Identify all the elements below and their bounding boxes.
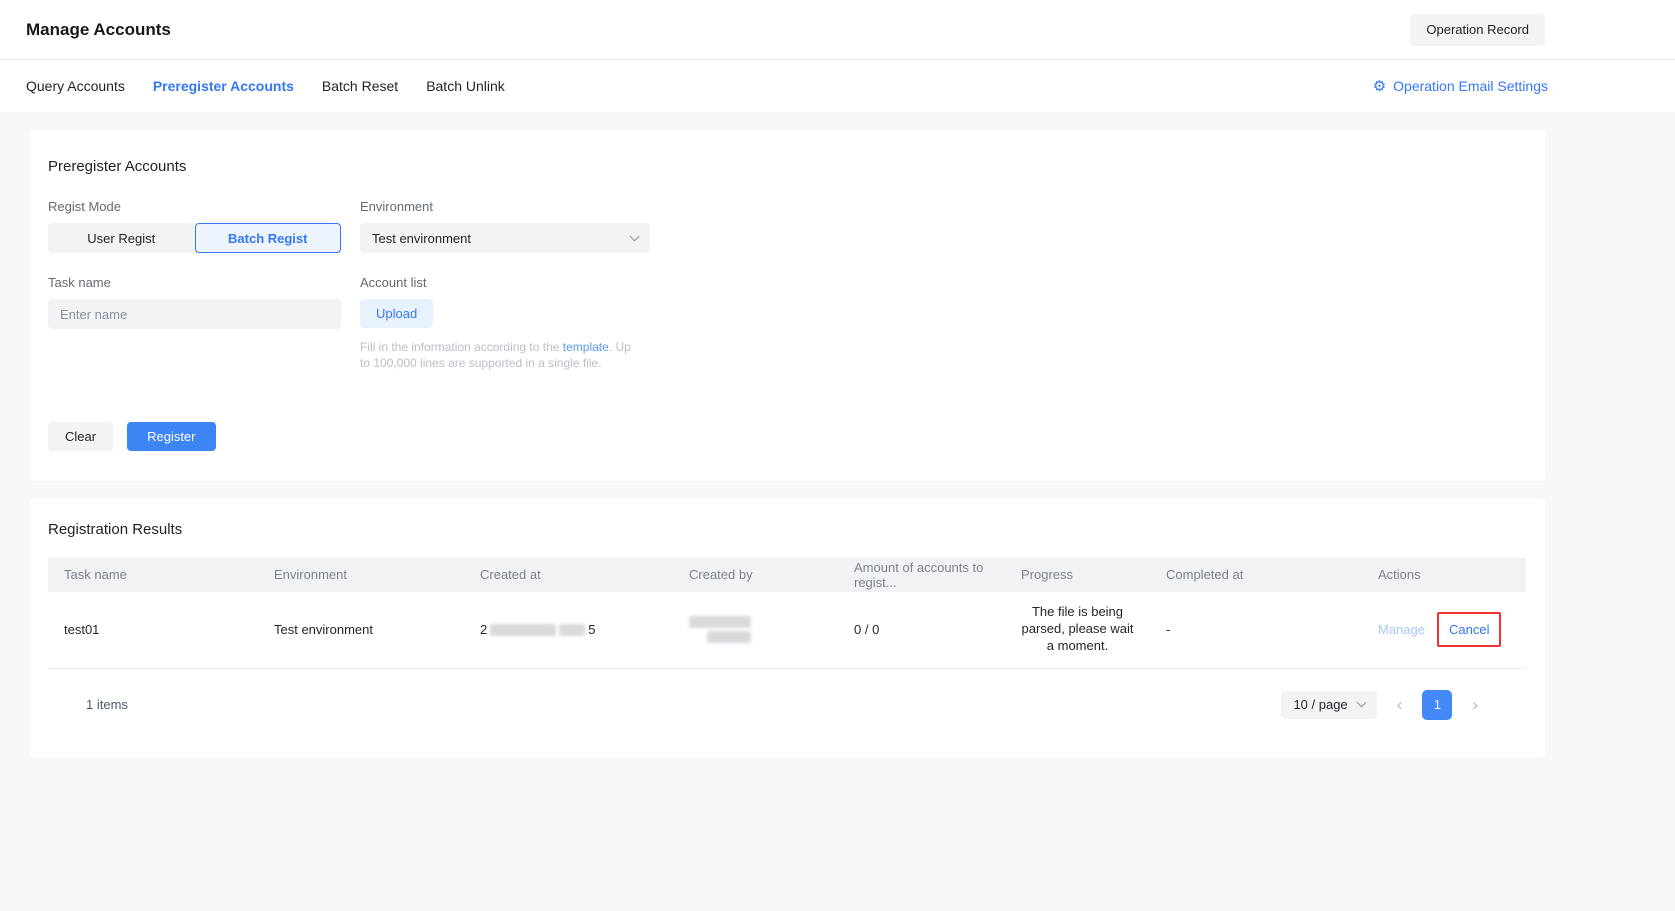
tab-query-accounts[interactable]: Query Accounts (26, 74, 125, 98)
regist-mode-segmented-control: User Regist Batch Regist (48, 223, 341, 253)
regist-mode-field: Regist Mode User Regist Batch Regist (48, 199, 341, 253)
cell-actions: Manage Cancel (1362, 612, 1526, 647)
manage-accounts-page: Manage Accounts Operation Record Query A… (0, 0, 1675, 911)
clear-button[interactable]: Clear (48, 422, 113, 451)
registration-results-card: Registration Results Task name Environme… (30, 499, 1545, 757)
annotation-highlight-box: Cancel (1437, 612, 1501, 647)
col-progress: Progress (1005, 567, 1150, 582)
operation-record-button[interactable]: Operation Record (1410, 14, 1545, 46)
tab-bar: Query Accounts Preregister Accounts Batc… (0, 60, 1675, 112)
form-grid: Regist Mode User Regist Batch Regist Tas… (48, 199, 1527, 394)
template-link[interactable]: template (563, 340, 609, 354)
form-left-column: Regist Mode User Regist Batch Regist Tas… (48, 199, 341, 394)
task-name-field: Task name (48, 275, 341, 329)
gear-icon: ⚙ (1373, 79, 1386, 94)
page-size-value: 10 / page (1293, 697, 1347, 712)
task-name-input[interactable] (48, 299, 341, 329)
col-completed-at: Completed at (1150, 567, 1362, 582)
preregister-accounts-card: Preregister Accounts Regist Mode User Re… (30, 130, 1545, 481)
tab-batch-unlink[interactable]: Batch Unlink (426, 74, 505, 98)
environment-label: Environment (360, 199, 690, 214)
cell-task-name: test01 (48, 622, 258, 637)
cell-amount: 0 / 0 (838, 622, 1005, 637)
upload-button[interactable]: Upload (360, 299, 433, 328)
environment-selected-value: Test environment (372, 231, 471, 246)
prev-page-button[interactable]: ‹ (1393, 695, 1407, 715)
environment-field: Environment Test environment (360, 199, 690, 253)
redacted-created-by-block (689, 616, 751, 628)
page-header: Manage Accounts Operation Record (0, 0, 1675, 60)
content-area: Preregister Accounts Regist Mode User Re… (0, 112, 1675, 911)
results-table: Task name Environment Created at Created… (48, 558, 1526, 669)
tab-batch-reset[interactable]: Batch Reset (322, 74, 398, 98)
next-page-button[interactable]: › (1468, 695, 1482, 715)
operation-email-settings-link[interactable]: ⚙ Operation Email Settings (1373, 78, 1548, 94)
col-created-at: Created at (464, 567, 673, 582)
cell-completed-at: - (1150, 622, 1362, 637)
account-list-field: Account list Upload Fill in the informat… (360, 275, 690, 372)
cell-created-at: 2 5 (464, 622, 673, 637)
form-right-column: Environment Test environment Account lis… (360, 199, 690, 394)
cell-progress: The file is being parsed, please wait a … (1005, 604, 1150, 655)
cancel-link[interactable]: Cancel (1449, 622, 1489, 637)
tabs: Query Accounts Preregister Accounts Batc… (26, 74, 505, 98)
upload-hint-prefix: Fill in the information according to the (360, 340, 563, 354)
table-header-row: Task name Environment Created at Created… (48, 558, 1526, 592)
register-button[interactable]: Register (127, 422, 215, 451)
chevron-down-icon (1356, 698, 1366, 708)
redacted-created-by-block (707, 631, 751, 643)
col-actions: Actions (1362, 567, 1526, 582)
preregister-section-title: Preregister Accounts (48, 158, 1527, 175)
created-at-suffix: 5 (588, 622, 595, 637)
page-title: Manage Accounts (26, 20, 171, 40)
environment-select[interactable]: Test environment (360, 223, 650, 253)
col-task-name: Task name (48, 567, 258, 582)
upload-hint: Fill in the information according to the… (360, 340, 632, 372)
page-number-button[interactable]: 1 (1422, 690, 1452, 720)
results-section-title: Registration Results (48, 521, 1527, 538)
operation-email-settings-label: Operation Email Settings (1393, 78, 1548, 94)
form-actions: Clear Register (48, 422, 1527, 451)
created-at-prefix: 2 (480, 622, 487, 637)
user-regist-option[interactable]: User Regist (48, 223, 195, 253)
manage-link: Manage (1378, 622, 1425, 637)
tab-preregister-accounts[interactable]: Preregister Accounts (153, 74, 294, 98)
chevron-down-icon (630, 231, 640, 241)
redacted-created-at-block (559, 624, 585, 636)
batch-regist-option[interactable]: Batch Regist (195, 223, 342, 253)
account-list-label: Account list (360, 275, 690, 290)
table-row: test01 Test environment 2 5 (48, 592, 1526, 669)
col-environment: Environment (258, 567, 464, 582)
pagination-bar: 1 items 10 / page ‹ 1 › (48, 669, 1527, 741)
regist-mode-label: Regist Mode (48, 199, 341, 214)
cell-created-by (673, 616, 838, 643)
page-size-select[interactable]: 10 / page (1281, 691, 1376, 719)
redacted-created-at-block (490, 624, 556, 636)
pagination-controls: 10 / page ‹ 1 › (1281, 690, 1482, 720)
items-total: 1 items (86, 697, 128, 712)
col-amount: Amount of accounts to regist... (838, 560, 1005, 590)
col-created-by: Created by (673, 567, 838, 582)
cell-environment: Test environment (258, 622, 464, 637)
task-name-label: Task name (48, 275, 341, 290)
